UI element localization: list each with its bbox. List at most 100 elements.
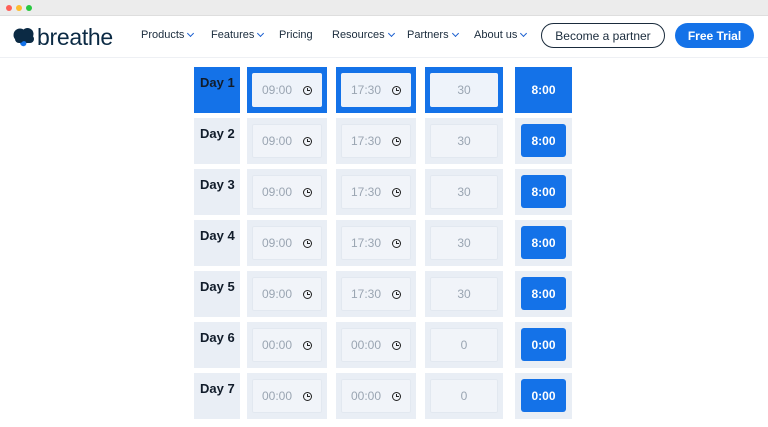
total-hours: 8:00 (521, 175, 566, 208)
nav-pricing[interactable]: Pricing (279, 28, 313, 42)
end-time-value: 00:00 (350, 338, 382, 352)
total-hours: 8:00 (521, 73, 566, 106)
break-minutes-input[interactable]: 0 (430, 379, 498, 413)
brand-logo[interactable]: breathe (12, 24, 113, 50)
start-time-input[interactable]: 09:00 (252, 226, 322, 260)
chevron-down-icon (451, 29, 459, 38)
total-hours: 0:00 (521, 328, 566, 361)
end-time-input[interactable]: 17:30 (341, 124, 411, 158)
end-time-value: 17:30 (350, 236, 382, 250)
end-time-value: 17:30 (350, 287, 382, 301)
clock-icon (392, 187, 402, 197)
start-time-value: 09:00 (261, 134, 293, 148)
schedule-row: Day 2 09:00 17:30 30 8:00 (194, 118, 572, 169)
free-trial-button[interactable]: Free Trial (675, 23, 754, 48)
start-time-value: 00:00 (261, 338, 293, 352)
schedule-row: Day 3 09:00 17:30 30 8:00 (194, 169, 572, 220)
day-label: Day 7 (200, 381, 235, 396)
break-minutes-input[interactable]: 30 (430, 175, 498, 209)
nav-products-label: Products (141, 29, 185, 41)
total-hours: 8:00 (521, 277, 566, 310)
clock-icon (392, 238, 402, 248)
nav-partners-label: Partners (407, 29, 449, 41)
brand-name: breathe (37, 24, 113, 50)
schedule-row: Day 7 00:00 00:00 0 0:00 (194, 373, 572, 424)
break-minutes-value: 0 (460, 338, 468, 352)
start-time-value: 09:00 (261, 287, 293, 301)
clock-icon (392, 289, 402, 299)
end-time-value: 17:30 (350, 83, 382, 97)
break-minutes-input[interactable]: 30 (430, 277, 498, 311)
start-time-input[interactable]: 00:00 (252, 328, 322, 362)
break-minutes-value: 30 (457, 185, 471, 199)
clock-icon (303, 340, 313, 350)
break-minutes-value: 30 (457, 83, 471, 97)
chevron-down-icon (257, 29, 265, 38)
break-minutes-value: 30 (457, 236, 471, 250)
start-time-value: 09:00 (261, 83, 293, 97)
break-minutes-value: 30 (457, 134, 471, 148)
total-hours: 0:00 (521, 379, 566, 412)
end-time-input[interactable]: 00:00 (341, 379, 411, 413)
clock-icon (303, 187, 313, 197)
clock-icon (392, 136, 402, 146)
break-minutes-input[interactable]: 0 (430, 328, 498, 362)
maximize-window-dot[interactable] (26, 5, 32, 11)
schedule-row: Day 4 09:00 17:30 30 8:00 (194, 220, 572, 271)
clock-icon (392, 85, 402, 95)
day-label: Day 3 (200, 177, 235, 192)
break-minutes-value: 0 (460, 389, 468, 403)
end-time-value: 17:30 (350, 134, 382, 148)
chevron-down-icon (387, 29, 395, 38)
close-window-dot[interactable] (6, 5, 12, 11)
break-minutes-value: 30 (457, 287, 471, 301)
chevron-down-icon (520, 29, 528, 38)
nav-features[interactable]: Features (211, 28, 265, 42)
top-navigation: breathe Products Features Pricing Resour… (0, 16, 768, 58)
day-label: Day 5 (200, 279, 235, 294)
work-schedule-grid: Day 1 09:00 17:30 30 8:00 Day 2 09:00 17… (194, 67, 572, 424)
clock-icon (303, 391, 313, 401)
clock-icon (303, 85, 313, 95)
day-label: Day 4 (200, 228, 235, 243)
clock-icon (303, 136, 313, 146)
start-time-value: 00:00 (261, 389, 293, 403)
end-time-input[interactable]: 17:30 (341, 73, 411, 107)
chevron-down-icon (187, 29, 195, 38)
start-time-input[interactable]: 09:00 (252, 277, 322, 311)
clock-icon (303, 238, 313, 248)
end-time-input[interactable]: 17:30 (341, 277, 411, 311)
window-titlebar (0, 0, 768, 16)
day-label: Day 2 (200, 126, 235, 141)
start-time-input[interactable]: 09:00 (252, 73, 322, 107)
nav-about-label: About us (474, 29, 518, 41)
nav-about-us[interactable]: About us (474, 28, 528, 42)
start-time-input[interactable]: 09:00 (252, 175, 322, 209)
end-time-value: 17:30 (350, 185, 382, 199)
clock-icon (303, 289, 313, 299)
start-time-input[interactable]: 00:00 (252, 379, 322, 413)
end-time-input[interactable]: 00:00 (341, 328, 411, 362)
become-partner-button[interactable]: Become a partner (541, 23, 665, 48)
nav-features-label: Features (211, 29, 255, 41)
clock-icon (392, 391, 402, 401)
cloud-logo-icon (13, 28, 34, 47)
end-time-input[interactable]: 17:30 (341, 175, 411, 209)
schedule-row: Day 5 09:00 17:30 30 8:00 (194, 271, 572, 322)
break-minutes-input[interactable]: 30 (430, 226, 498, 260)
end-time-value: 00:00 (350, 389, 382, 403)
break-minutes-input[interactable]: 30 (430, 124, 498, 158)
nav-partners[interactable]: Partners (407, 28, 459, 42)
nav-resources[interactable]: Resources (332, 28, 395, 42)
nav-products[interactable]: Products (141, 28, 195, 42)
total-hours: 8:00 (521, 226, 566, 259)
start-time-value: 09:00 (261, 236, 293, 250)
schedule-row: Day 1 09:00 17:30 30 8:00 (194, 67, 572, 118)
nav-resources-label: Resources (332, 29, 385, 41)
schedule-row: Day 6 00:00 00:00 0 0:00 (194, 322, 572, 373)
minimize-window-dot[interactable] (16, 5, 22, 11)
day-label: Day 1 (200, 75, 235, 90)
end-time-input[interactable]: 17:30 (341, 226, 411, 260)
start-time-input[interactable]: 09:00 (252, 124, 322, 158)
break-minutes-input[interactable]: 30 (430, 73, 498, 107)
